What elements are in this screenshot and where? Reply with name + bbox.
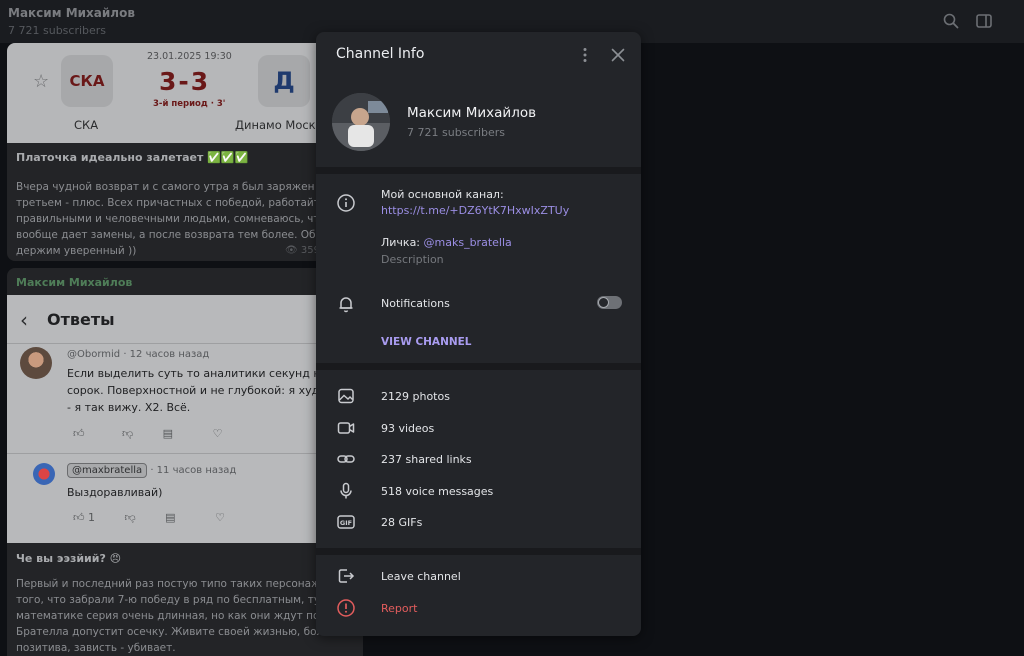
star-icon: ☆ bbox=[33, 71, 50, 92]
score-card-image[interactable]: ☆ СКА СКА 23.01.2025 19:30 3-3 3-й перио… bbox=[7, 43, 363, 143]
section-divider bbox=[316, 548, 641, 555]
notifications-label: Notifications bbox=[381, 297, 450, 310]
notifications-toggle[interactable] bbox=[597, 296, 622, 309]
videos-count: 93 videos bbox=[381, 422, 435, 435]
team-name-away: Динамо Моск bbox=[235, 118, 316, 132]
team-logo-dynamo: Д bbox=[258, 55, 310, 107]
close-icon[interactable] bbox=[609, 46, 627, 64]
channel-name: Максим Михайлов bbox=[407, 105, 537, 121]
view-channel-button[interactable]: VIEW CHANNEL bbox=[381, 336, 472, 348]
info-icon bbox=[337, 194, 355, 212]
gifs-count: 28 GIFs bbox=[381, 516, 423, 529]
avatar bbox=[33, 463, 55, 485]
eye-icon: 👁 bbox=[285, 245, 298, 256]
links-count: 237 shared links bbox=[381, 453, 472, 466]
section-divider bbox=[316, 363, 641, 370]
description-prefix: Личка: bbox=[381, 236, 424, 249]
panel-title: Channel Info bbox=[336, 46, 425, 62]
divider bbox=[7, 453, 363, 454]
photos-count: 2129 photos bbox=[381, 390, 450, 403]
message-author[interactable]: Максим Михайлов bbox=[16, 276, 132, 289]
reply-icon: ▤ bbox=[165, 511, 176, 524]
comment-time: · 11 часов назад bbox=[150, 465, 237, 476]
more-options-icon[interactable] bbox=[576, 46, 594, 64]
leave-icon bbox=[338, 569, 355, 583]
gif-icon: GIF bbox=[337, 515, 355, 529]
video-icon bbox=[337, 422, 355, 434]
comment-actions: 👍︎ 👎︎ ▤ ♡ bbox=[73, 427, 222, 440]
thumbs-down-icon: 👎︎ bbox=[122, 427, 134, 440]
comment-text: Если выделить суть то аналитики секунд н… bbox=[67, 367, 327, 414]
message-bubble[interactable]: Максим Михайлов ‹ Ответы @Obormid · 12 ч… bbox=[7, 268, 363, 656]
comment-text: Выздоравливай) bbox=[67, 486, 163, 499]
message-text: Первый и последний раз постую типо таких… bbox=[16, 578, 345, 654]
back-arrow-icon: ‹ bbox=[20, 308, 28, 332]
team-name-home: СКА bbox=[74, 118, 99, 132]
message-headline: Платочка идеально залетает ✅✅✅ bbox=[16, 151, 249, 164]
comment-time: · 12 часов назад bbox=[123, 349, 210, 360]
description-handle-link[interactable]: @maks_bratella bbox=[424, 236, 512, 249]
comment-username: @maxbratella bbox=[67, 463, 148, 478]
report-label: Report bbox=[381, 602, 418, 615]
toggle-knob bbox=[598, 297, 609, 308]
comment-actions: 👍︎ 1 👎︎ ▤ ♡ bbox=[73, 511, 225, 524]
heart-icon: ♡ bbox=[215, 511, 225, 524]
comment-username: @Obormid bbox=[67, 349, 121, 360]
like-count: 1 bbox=[88, 511, 95, 524]
search-icon[interactable] bbox=[942, 12, 960, 30]
leave-channel-label: Leave channel bbox=[381, 570, 461, 583]
svg-text:GIF: GIF bbox=[340, 519, 352, 527]
section-divider bbox=[316, 167, 641, 174]
match-date: 23.01.2025 19:30 bbox=[147, 51, 232, 62]
header-channel-name: Максим Михайлов bbox=[8, 6, 135, 20]
replies-screenshot-image[interactable]: ‹ Ответы @Obormid · 12 часов назад Если … bbox=[7, 295, 363, 543]
thumbs-up-icon: 👍︎ bbox=[73, 511, 85, 524]
description-line1: Мой основной канал: bbox=[381, 188, 504, 201]
channel-avatar[interactable] bbox=[332, 93, 390, 151]
match-score: 3-3 bbox=[159, 67, 211, 96]
screenshot-title: Ответы bbox=[47, 310, 115, 329]
thumbs-down-icon: 👎︎ bbox=[124, 511, 136, 524]
description-link[interactable]: https://t.me/+DZ6YtK7HxwIxZTUy bbox=[381, 204, 569, 217]
heart-icon: ♡ bbox=[212, 427, 223, 440]
link-icon bbox=[337, 455, 355, 463]
divider bbox=[7, 343, 363, 344]
channel-info-panel[interactable]: Channel Info Максим Михайлов 7 721 subsc… bbox=[316, 32, 641, 636]
match-period: 3-й период · 3' bbox=[153, 99, 226, 109]
message-headline: Че вы ээзйий? 😠 bbox=[16, 552, 122, 565]
voice-count: 518 voice messages bbox=[381, 485, 494, 498]
avatar bbox=[20, 347, 52, 379]
team-logo-ska: СКА bbox=[61, 55, 113, 107]
description-line2: Личка: @maks_bratella bbox=[381, 236, 512, 249]
header-subscribers: 7 721 subscribers bbox=[8, 24, 107, 37]
sidebar-toggle-icon[interactable] bbox=[975, 12, 993, 30]
message-bubble[interactable]: ☆ СКА СКА 23.01.2025 19:30 3-3 3-й перио… bbox=[7, 43, 363, 261]
bell-icon bbox=[339, 297, 353, 313]
photo-icon bbox=[338, 388, 354, 404]
channel-subscribers: 7 721 subscribers bbox=[407, 126, 506, 139]
microphone-icon bbox=[340, 482, 352, 499]
reply-icon: ▤ bbox=[162, 427, 174, 440]
thumbs-up-icon: 👍︎ bbox=[73, 427, 85, 440]
report-icon bbox=[337, 599, 355, 617]
description-caption: Description bbox=[381, 253, 444, 266]
